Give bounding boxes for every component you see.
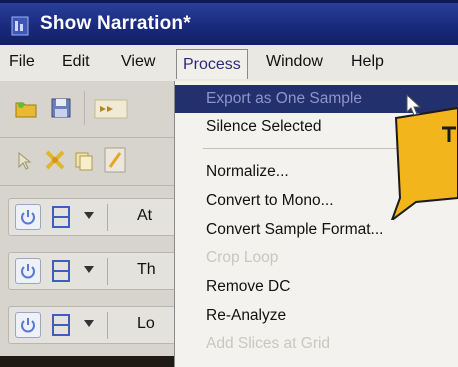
track-divider (107, 312, 108, 339)
track-name[interactable]: Th (137, 261, 156, 279)
track-row[interactable]: At (8, 198, 176, 236)
scissors-icon[interactable] (44, 149, 66, 171)
chevron-down-icon[interactable] (84, 320, 94, 327)
pencil-tool-icon[interactable] (104, 147, 126, 173)
menu-item-remove-dc[interactable]: Remove DC (175, 273, 458, 301)
track-slot-icon[interactable] (51, 259, 71, 283)
menu-item-convert-sample-format[interactable]: Convert Sample Format... (175, 216, 458, 244)
window-title: Show Narration* (40, 13, 191, 34)
callout-badge (390, 106, 458, 220)
mouse-cursor-icon (406, 94, 422, 116)
track-divider (107, 258, 108, 285)
track-row[interactable]: Th (8, 252, 176, 290)
chevron-down-icon[interactable] (84, 266, 94, 273)
track-power-button[interactable] (15, 258, 41, 284)
menu-bar: File Edit View Process Window Help (0, 45, 458, 82)
menu-file[interactable]: File (9, 53, 35, 71)
menu-item-re-analyze[interactable]: Re-Analyze (175, 302, 458, 330)
menu-window[interactable]: Window (266, 53, 323, 71)
toolbar-separator (0, 185, 175, 186)
track-name[interactable]: At (137, 207, 152, 225)
toolbar-separator (0, 137, 175, 138)
power-icon (21, 264, 35, 279)
bottom-strip (0, 356, 175, 367)
track-divider (107, 204, 108, 231)
chevron-down-icon[interactable] (84, 212, 94, 219)
menu-edit[interactable]: Edit (62, 53, 90, 71)
title-bar: Show Narration* (0, 0, 458, 45)
track-row[interactable]: Lo (8, 306, 176, 344)
track-power-button[interactable] (15, 312, 41, 338)
save-icon[interactable] (50, 97, 72, 119)
track-name[interactable]: Lo (137, 315, 155, 333)
power-icon (21, 210, 35, 225)
pointer-tool-icon[interactable] (16, 151, 34, 171)
menu-item-crop-loop: Crop Loop (206, 249, 279, 266)
menu-help[interactable]: Help (351, 53, 384, 71)
app-icon (11, 16, 29, 36)
track-slot-icon[interactable] (51, 205, 71, 229)
menu-view[interactable]: View (121, 53, 155, 71)
loop-forward-icon[interactable] (94, 99, 128, 119)
power-icon (21, 318, 35, 333)
copy-icon[interactable] (74, 151, 94, 171)
track-power-button[interactable] (15, 204, 41, 230)
open-folder-icon[interactable] (14, 97, 38, 119)
menu-process[interactable]: Process (176, 49, 248, 79)
toolbar-area: At Th Lo (0, 81, 176, 367)
toolbar-divider (84, 91, 85, 125)
track-slot-icon[interactable] (51, 313, 71, 337)
menu-item-add-slices-at-grid: Add Slices at Grid (206, 335, 331, 352)
